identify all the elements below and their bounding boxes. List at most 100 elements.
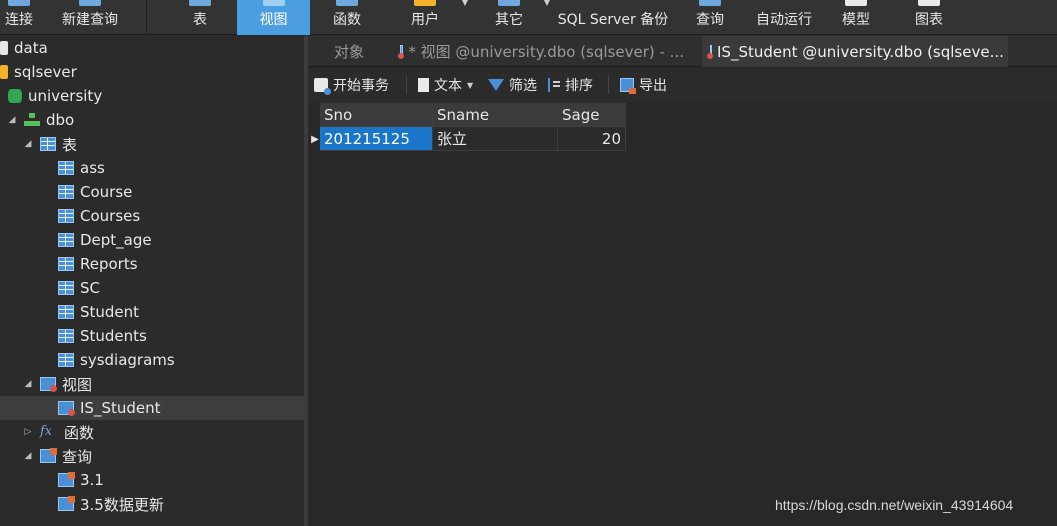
tab-objects[interactable]: 对象 [326, 36, 400, 67]
sort-button[interactable]: 排序 [546, 68, 593, 102]
function-button[interactable]: 函数 [312, 0, 382, 35]
tree-item-is-student[interactable]: IS_Student [0, 396, 304, 420]
tree-item-courses[interactable]: Courses [0, 204, 304, 228]
tree-item-dept-age[interactable]: Dept_age [0, 228, 304, 252]
connect-button[interactable]: 连接 [0, 0, 38, 35]
query-button[interactable]: 查询 [686, 0, 734, 35]
tree-item-students[interactable]: Students [0, 324, 304, 348]
table-icon [58, 329, 74, 343]
table-icon [58, 281, 74, 295]
query-folder-icon [40, 448, 57, 463]
tab-view-design[interactable]: * 视图 @university.dbo (sqlsever) - ... [392, 36, 692, 67]
tree-item-dbo[interactable]: ◢ dbo [0, 108, 304, 132]
connect-icon [8, 0, 30, 6]
collapse-arrow-icon[interactable]: ▷ [22, 427, 34, 437]
chart-icon [918, 0, 940, 6]
function-icon [336, 0, 358, 6]
table-icon [58, 305, 74, 319]
query-icon [699, 0, 721, 6]
table-cell-sname[interactable]: 张立 [433, 127, 558, 151]
export-icon [620, 78, 636, 94]
watermark-url: https://blog.csdn.net/weixin_43914604 [775, 497, 1014, 513]
database-icon [8, 89, 22, 103]
filter-icon [488, 79, 504, 91]
current-row-marker-icon: ▶ [311, 133, 319, 145]
toolbar-divider [146, 0, 147, 35]
view-icon [398, 45, 405, 59]
tree-item-query-3-5[interactable]: 3.5数据更新 [0, 492, 304, 516]
object-tree: data sqlsever university ◢ dbo ◢ 表 ass Cou… [0, 36, 304, 526]
tree-item-tables[interactable]: ◢ 表 [0, 132, 304, 156]
tree-item-sqlsever[interactable]: sqlsever [0, 60, 304, 84]
table-icon [189, 0, 211, 6]
chevron-down-icon: ▼ [467, 80, 474, 90]
text-button[interactable]: 文本 ▼ [418, 68, 473, 102]
view-button[interactable]: 视图 [237, 0, 310, 35]
sort-icon [546, 78, 560, 92]
tab-is-student[interactable]: IS_Student @university.dbo (sqlseve... [702, 36, 1008, 67]
view-icon [707, 45, 713, 59]
expand-arrow-icon[interactable]: ◢ [22, 379, 34, 389]
table-folder-icon [40, 137, 56, 151]
new-query-button[interactable]: 新建查询 [48, 0, 132, 35]
connection-icon [0, 41, 8, 55]
table-icon [58, 185, 74, 199]
other-icon [498, 0, 520, 6]
table-icon [58, 233, 74, 247]
expand-arrow-icon[interactable]: ◢ [22, 451, 34, 461]
tree-item-ass[interactable]: ass [0, 156, 304, 180]
chevron-down-icon[interactable]: ▼ [462, 0, 468, 7]
other-button[interactable]: 其它 ▼ [478, 0, 550, 35]
model-icon [845, 0, 867, 6]
auto-run-button[interactable]: 自动运行 [748, 0, 820, 35]
column-header-sno[interactable]: Sno [320, 103, 433, 127]
begin-transaction-button[interactable]: 开始事务 [314, 68, 389, 102]
sqlserver-backup-button[interactable]: SQL Server 备份 [552, 0, 674, 35]
tree-item-course[interactable]: Course [0, 180, 304, 204]
text-icon [418, 78, 429, 92]
tree-item-functions[interactable]: ▷ fx 函数 [0, 420, 304, 444]
tab-bar: 对象 * 视图 @university.dbo (sqlsever) - ...… [308, 36, 1057, 67]
tree-item-sc[interactable]: SC [0, 276, 304, 300]
export-button[interactable]: 导出 [620, 68, 667, 102]
table-cell-sno[interactable]: 201215125 [320, 127, 433, 151]
tree-item-data[interactable]: data [0, 36, 304, 60]
schema-icon [24, 113, 40, 127]
column-header-sname[interactable]: Sname [433, 103, 558, 127]
filter-button[interactable]: 筛选 [488, 68, 537, 102]
tree-item-sysdiagrams[interactable]: sysdiagrams [0, 348, 304, 372]
table-icon [58, 161, 74, 175]
view-icon [58, 401, 75, 416]
expand-arrow-icon[interactable]: ◢ [22, 139, 34, 149]
table-icon [58, 257, 74, 271]
table-icon [58, 209, 74, 223]
user-icon [414, 0, 436, 6]
new-query-icon [79, 0, 101, 6]
query-icon [58, 472, 75, 487]
table-cell-sage[interactable]: 20 [558, 127, 626, 151]
tree-item-query-3-1[interactable]: 3.1 [0, 468, 304, 492]
user-button[interactable]: 用户 ▼ [392, 0, 468, 35]
tree-item-queries[interactable]: ◢ 查询 [0, 444, 304, 468]
tree-item-reports[interactable]: Reports [0, 252, 304, 276]
tree-item-views[interactable]: ◢ 视图 [0, 372, 304, 396]
chart-button[interactable]: 图表 [905, 0, 953, 35]
function-icon: fx [40, 424, 53, 439]
expand-arrow-icon[interactable]: ◢ [6, 115, 18, 125]
table-icon [58, 353, 74, 367]
query-icon [58, 496, 75, 511]
server-icon [0, 65, 8, 79]
transaction-icon [314, 78, 331, 95]
toolbar-divider [608, 76, 609, 94]
tree-item-student[interactable]: Student [0, 300, 304, 324]
model-button[interactable]: 模型 [834, 0, 878, 35]
main-panel: 对象 * 视图 @university.dbo (sqlsever) - ...… [308, 36, 1057, 526]
main-toolbar: 连接 新建查询 表 视图 函数 用户 ▼ 其它 ▼ SQL Server 备份 查询… [0, 0, 1057, 35]
tree-item-university[interactable]: university [0, 84, 304, 108]
grid-toolbar: 开始事务 文本 ▼ 筛选 排序 导出 [308, 68, 1057, 102]
table-button[interactable]: 表 [166, 0, 234, 35]
toolbar-divider [406, 76, 407, 94]
column-header-sage[interactable]: Sage [558, 103, 626, 127]
view-icon [262, 0, 285, 6]
chevron-down-icon[interactable]: ▼ [544, 0, 550, 7]
